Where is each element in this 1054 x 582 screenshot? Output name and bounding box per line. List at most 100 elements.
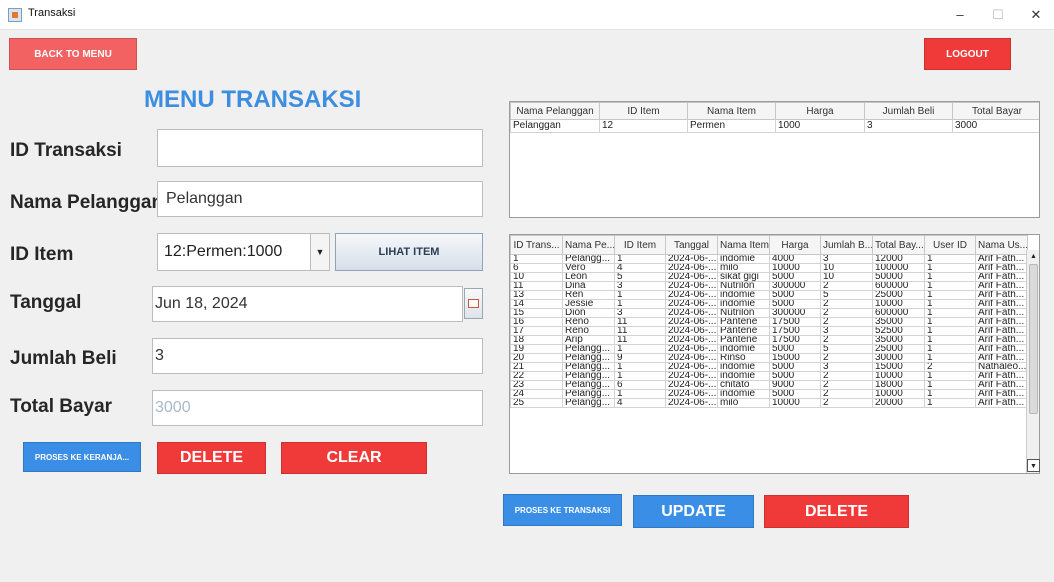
table-cell: Pelangg...: [562, 371, 615, 381]
table-row[interactable]: 1 Pelangg... 1 2024-06-... indomie 4000 3 12000…: [510, 254, 1028, 264]
table-row[interactable]: 21 Pelangg... 1 2024-06-... indomie 5000 3 1500…: [510, 362, 1028, 372]
column-header[interactable]: Total Bay...: [872, 235, 925, 255]
column-header[interactable]: ID Item: [614, 235, 666, 255]
table-cell: 2024-06-...: [665, 353, 718, 363]
table-row[interactable]: 22 Pelangg... 1 2024-06-... indomie 5000 2 1000…: [510, 371, 1028, 381]
transactions-table-panel[interactable]: ID Trans... Nama Pe... ID Item Tanggal Nama …: [509, 234, 1040, 474]
table-cell: 10000: [769, 398, 821, 408]
maximize-icon[interactable]: ☐: [982, 4, 1014, 26]
scroll-down-icon[interactable]: ▼: [1027, 459, 1040, 472]
column-header[interactable]: Total Bayar: [952, 102, 1039, 120]
table-cell: 17500: [769, 335, 821, 345]
table-row[interactable]: 11 Dina 3 2024-06-... Nutrilon 300000 2 600000 1…: [510, 281, 1028, 291]
table-cell: 5000: [769, 344, 821, 354]
table-cell: 1: [924, 344, 976, 354]
table-row[interactable]: 10 Leon 5 2024-06-... sikat gigi 5000 10 50000 1…: [510, 272, 1028, 282]
column-header[interactable]: User ID: [924, 235, 976, 255]
column-header[interactable]: Tanggal: [665, 235, 718, 255]
tanggal-field[interactable]: Jun 18, 2024: [152, 286, 463, 322]
column-header[interactable]: Nama Pelanggan: [510, 102, 600, 120]
delete-item-button[interactable]: DELETE: [157, 442, 266, 474]
table-cell: Jessie: [562, 299, 615, 309]
table-row[interactable]: 18 Arip 11 2024-06-... Pantene 17500 2 35000 1 Ar…: [510, 335, 1028, 345]
table-cell: 12000: [872, 254, 925, 264]
logout-button[interactable]: LOGOUT: [924, 38, 1011, 70]
table-cell: 25000: [872, 290, 925, 300]
column-header[interactable]: Harga: [775, 102, 865, 120]
nama-pelanggan-label: Nama Pelanggan: [10, 192, 164, 213]
table-cell: 4: [614, 398, 666, 408]
table-cell: Rinso: [717, 353, 770, 363]
table-row[interactable]: 16 Reno 11 2024-06-... Pantene 17500 2 35000 1 Ar…: [510, 317, 1028, 327]
update-button[interactable]: UPDATE: [633, 495, 754, 528]
column-header[interactable]: ID Item: [599, 102, 688, 120]
column-header[interactable]: Jumlah B...: [820, 235, 873, 255]
column-header[interactable]: Nama Item: [717, 235, 770, 255]
table-cell: 2: [924, 362, 976, 372]
table-cell: 2024-06-...: [665, 389, 718, 399]
table-cell: 3: [614, 308, 666, 318]
table-cell: 4000: [769, 254, 821, 264]
table-cell: 1: [924, 299, 976, 309]
column-header[interactable]: Jumlah Beli: [864, 102, 953, 120]
back-to-menu-button[interactable]: BACK TO MENU: [9, 38, 137, 70]
jumlah-beli-field[interactable]: 3: [152, 338, 483, 374]
table-cell: 14: [510, 299, 563, 309]
clear-button[interactable]: CLEAR: [281, 442, 427, 474]
chevron-down-icon[interactable]: ▼: [310, 234, 329, 270]
scrollbar-thumb[interactable]: [1029, 264, 1038, 414]
table-cell: 1: [924, 353, 976, 363]
table-cell: 11: [614, 326, 666, 336]
table-cell: 5: [820, 344, 873, 354]
table-cell: 2024-06-...: [665, 272, 718, 282]
table-row[interactable]: 20 Pelangg... 9 2024-06-... Rinso 15000 2 30000…: [510, 353, 1028, 363]
id-transaksi-field[interactable]: [157, 129, 483, 167]
table-cell: 1: [924, 254, 976, 264]
scroll-up-icon[interactable]: ▲: [1027, 250, 1040, 263]
transactions-scrollbar[interactable]: ▲ ▼: [1026, 250, 1040, 473]
page-title: MENU TRANSAKSI: [144, 86, 362, 113]
column-header[interactable]: Nama Us...: [975, 235, 1028, 255]
table-cell: 10000: [872, 299, 925, 309]
table-row[interactable]: 25 Pelangg... 4 2024-06-... milo 10000 2 20000 1…: [510, 398, 1028, 408]
table-cell: 2: [820, 308, 873, 318]
proses-ke-transaksi-button[interactable]: PROSES KE TRANSAKSI: [503, 494, 622, 526]
minimize-icon[interactable]: –: [944, 4, 976, 26]
proses-ke-keranjang-button[interactable]: PROSES KE KERANJA...: [23, 442, 141, 472]
table-cell: Nutrilon: [717, 281, 770, 291]
table-cell: 1: [924, 389, 976, 399]
column-header[interactable]: Nama Item: [687, 102, 776, 120]
table-cell: 3: [614, 281, 666, 291]
table-row[interactable]: 23 Pelangg... 6 2024-06-... chitato 9000 2 1800…: [510, 380, 1028, 390]
id-item-dropdown[interactable]: 12:Permen:1000 ▼: [157, 233, 330, 271]
table-cell: 50000: [872, 272, 925, 282]
table-cell: 2024-06-...: [665, 281, 718, 291]
table-cell: Nutrilon: [717, 308, 770, 318]
table-cell: 2: [820, 398, 873, 408]
table-row[interactable]: 19 Pelangg... 1 2024-06-... indomie 5000 5 2500…: [510, 344, 1028, 354]
column-header[interactable]: ID Trans...: [510, 235, 563, 255]
table-row[interactable]: 17 Reno 11 2024-06-... Pantene 17500 3 52500 1 Ar…: [510, 326, 1028, 336]
table-cell: 100000: [872, 263, 925, 273]
delete-transaction-button[interactable]: DELETE: [764, 495, 909, 528]
table-row[interactable]: 15 Dion 3 2024-06-... Nutrilon 300000 2 600000 1…: [510, 308, 1028, 318]
table-cell: 1: [924, 308, 976, 318]
close-icon[interactable]: ✕: [1020, 4, 1052, 26]
table-row[interactable]: 6 Vero 4 2024-06-... milo 10000 10 100000 1 Arif …: [510, 263, 1028, 273]
table-row[interactable]: 24 Pelangg... 1 2024-06-... indomie 5000 2 1000…: [510, 389, 1028, 399]
table-cell: Permen: [687, 119, 776, 133]
cart-table-panel[interactable]: Nama Pelanggan ID Item Nama Item Harga Jumla…: [509, 101, 1040, 218]
column-header[interactable]: Harga: [769, 235, 821, 255]
table-row[interactable]: 13 Ren 1 2024-06-... indomie 5000 5 25000 1 Arif …: [510, 290, 1028, 300]
table-cell: milo: [717, 398, 770, 408]
lihat-item-button[interactable]: LIHAT ITEM: [335, 233, 483, 271]
nama-pelanggan-field[interactable]: Pelanggan: [157, 181, 483, 217]
table-cell: Arip: [562, 335, 615, 345]
column-header[interactable]: Nama Pe...: [562, 235, 615, 255]
total-bayar-field[interactable]: 3000: [152, 390, 483, 426]
table-cell: indomie: [717, 371, 770, 381]
table-row[interactable]: 14 Jessie 1 2024-06-... indomie 5000 2 10000 1 Ar…: [510, 299, 1028, 309]
table-cell: 12: [599, 119, 688, 133]
calendar-icon[interactable]: [464, 288, 483, 319]
table-row[interactable]: Pelanggan 12 Permen 1000 3 3000: [510, 119, 1039, 133]
